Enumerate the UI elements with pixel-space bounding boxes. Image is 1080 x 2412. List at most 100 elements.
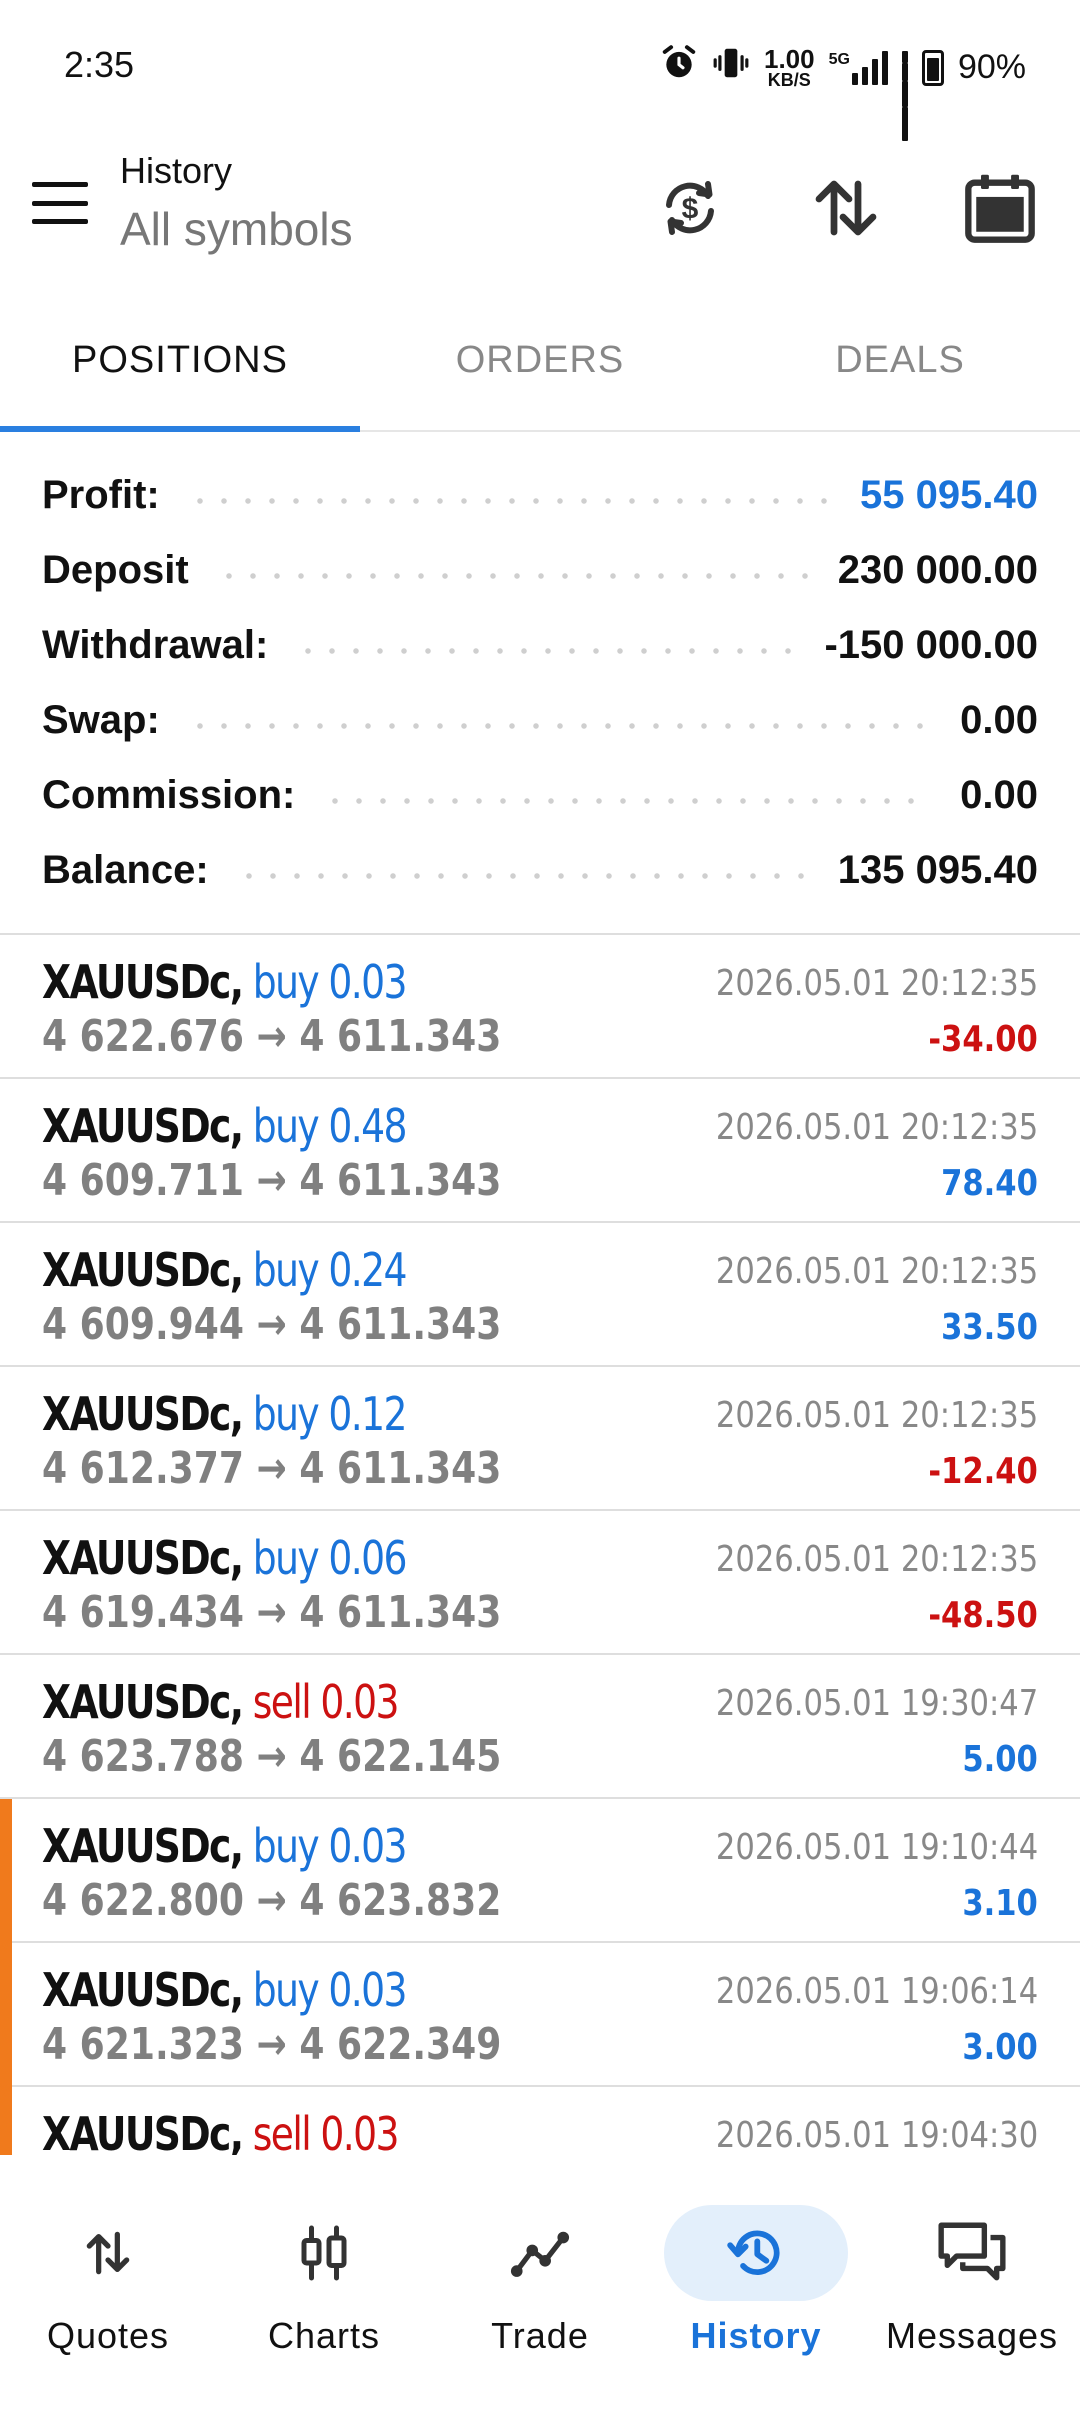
position-time: 2026.05.01 20:12:35 <box>715 963 1038 1004</box>
position-prices: 4 621.323 → 4 622.349 <box>42 2019 502 2070</box>
position-symbol: XAUUSDc, <box>42 955 244 1009</box>
commission-label: Commission: <box>42 773 296 817</box>
profit-value: 55 095.40 <box>860 473 1038 517</box>
summary-row-balance: Balance: 135 095.40 <box>0 833 1080 908</box>
summary-row-swap: Swap: 0.00 <box>0 683 1080 758</box>
position-side: buy 0.03 <box>252 1819 408 1873</box>
positions-list: XAUUSDc, buy 0.03 4 622.676 → 4 611.343 … <box>0 933 1080 2155</box>
position-profit: 3.10 <box>962 1883 1038 1924</box>
position-side: buy 0.03 <box>252 955 408 1009</box>
position-prices: 4 609.711 → 4 611.343 <box>42 1155 502 1206</box>
position-title: XAUUSDc, buy 0.03 <box>42 955 408 1009</box>
position-prices: 4 622.676 → 4 611.343 <box>42 1011 502 1062</box>
nav-messages-label: Messages <box>885 2315 1059 2356</box>
position-symbol: XAUUSDc, <box>42 1531 244 1585</box>
swap-label: Swap: <box>42 698 160 742</box>
position-side: sell 0.03 <box>252 1675 400 1729</box>
withdrawal-label: Withdrawal: <box>42 623 269 667</box>
menu-icon[interactable] <box>32 178 88 228</box>
dot-leader <box>323 797 933 804</box>
position-profit: 5.00 <box>962 1739 1038 1780</box>
signal-5g-icon: 5G <box>828 50 888 85</box>
position-time: 2026.05.01 19:10:44 <box>715 1827 1038 1868</box>
summary-row-deposit: Deposit 230 000.00 <box>0 533 1080 608</box>
deposit-value: 230 000.00 <box>837 548 1038 592</box>
page-title: History <box>120 150 233 191</box>
tab-orders[interactable]: ORDERS <box>360 300 720 430</box>
commission-value: 0.00 <box>960 773 1038 817</box>
position-title: XAUUSDc, sell 0.03 <box>42 1675 400 1729</box>
nav-trade-label: Trade <box>491 2315 589 2356</box>
position-time: 2026.05.01 20:12:35 <box>715 1107 1038 1148</box>
position-symbol: XAUUSDc, <box>42 1387 244 1441</box>
position-title: XAUUSDc, sell 0.03 <box>42 2107 399 2155</box>
currency-exchange-button[interactable]: $ <box>650 168 730 248</box>
sort-icon <box>815 180 877 236</box>
nav-history-label: History <box>690 2315 822 2356</box>
position-prices: 4 622.800 → 4 623.832 <box>42 1875 502 1926</box>
candlestick-icon <box>232 2205 416 2301</box>
calendar-button[interactable] <box>960 168 1040 248</box>
calendar-icon <box>965 174 1035 243</box>
position-row[interactable]: XAUUSDc, sell 0.03 4 623.788 → 4 622.145… <box>0 1655 1080 1799</box>
position-side: buy 0.24 <box>252 1243 408 1297</box>
position-time: 2026.05.01 20:12:35 <box>715 1251 1038 1292</box>
position-symbol: XAUUSDc, <box>42 1675 244 1729</box>
position-prices: 4 612.377 → 4 611.343 <box>42 1443 502 1494</box>
position-row[interactable]: XAUUSDc, buy 0.12 4 612.377 → 4 611.343 … <box>0 1367 1080 1511</box>
sort-button[interactable] <box>806 168 886 248</box>
nav-trade[interactable]: Trade <box>432 2155 648 2412</box>
account-summary: Profit: 55 095.40 Deposit 230 000.00 Wit… <box>0 458 1080 908</box>
position-row[interactable]: XAUUSDc, buy 0.03 4 622.676 → 4 611.343 … <box>0 935 1080 1079</box>
dot-leader <box>216 572 810 579</box>
quotes-arrows-icon <box>16 2205 200 2301</box>
position-symbol: XAUUSDc, <box>42 1819 244 1873</box>
position-row[interactable]: XAUUSDc, buy 0.06 4 619.434 → 4 611.343 … <box>0 1511 1080 1655</box>
position-symbol: XAUUSDc, <box>42 1099 244 1153</box>
net-speed-value: 1.00 <box>763 43 815 74</box>
balance-value: 135 095.40 <box>837 848 1038 892</box>
swap-value: 0.00 <box>960 698 1038 742</box>
nav-charts[interactable]: Charts <box>216 2155 432 2412</box>
symbol-filter[interactable]: All symbols <box>120 202 353 256</box>
nav-quotes[interactable]: Quotes <box>0 2155 216 2412</box>
position-time: 2026.05.01 19:04:30 <box>715 2115 1038 2155</box>
position-side: buy 0.48 <box>252 1099 408 1153</box>
battery-percent: 90% <box>957 48 1026 86</box>
alarm-icon <box>660 44 698 91</box>
position-prices: 4 609.944 → 4 611.343 <box>42 1299 502 1350</box>
position-row[interactable]: XAUUSDc, buy 0.03 4 622.800 → 4 623.832 … <box>0 1799 1080 1943</box>
position-side: buy 0.12 <box>252 1387 408 1441</box>
position-title: XAUUSDc, buy 0.03 <box>42 1819 408 1873</box>
position-side: buy 0.03 <box>252 1963 408 2017</box>
position-title: XAUUSDc, buy 0.06 <box>42 1531 407 1585</box>
summary-row-withdrawal: Withdrawal: -150 000.00 <box>0 608 1080 683</box>
dot-leader <box>236 872 810 879</box>
tab-positions[interactable]: POSITIONS <box>0 300 360 432</box>
position-symbol: XAUUSDc, <box>42 1243 244 1297</box>
summary-row-profit: Profit: 55 095.40 <box>0 458 1080 533</box>
trade-line-icon <box>448 2205 632 2301</box>
vibrate-icon <box>712 44 750 91</box>
nav-quotes-label: Quotes <box>46 2315 170 2356</box>
status-bar: 2:35 1.00 KB/S 5G 90% <box>0 0 1080 141</box>
position-profit: 33.50 <box>941 1307 1038 1348</box>
position-row[interactable]: XAUUSDc, buy 0.03 4 621.323 → 4 622.349 … <box>0 1943 1080 2087</box>
history-clock-icon <box>664 2205 848 2301</box>
tab-deals[interactable]: DEALS <box>720 300 1080 430</box>
position-row[interactable]: XAUUSDc, buy 0.48 4 609.711 → 4 611.343 … <box>0 1079 1080 1223</box>
nav-history[interactable]: History <box>648 2155 864 2412</box>
summary-row-commission: Commission: 0.00 <box>0 758 1080 833</box>
position-row[interactable]: XAUUSDc, sell 0.03 2026.05.01 19:04:30 <box>0 2087 1080 2155</box>
nav-messages[interactable]: Messages <box>864 2155 1080 2412</box>
messages-icon <box>880 2205 1064 2301</box>
dot-leader <box>296 647 797 654</box>
position-time: 2026.05.01 19:06:14 <box>715 1971 1038 2012</box>
position-prices: 4 623.788 → 4 622.145 <box>42 1731 502 1782</box>
position-row[interactable]: XAUUSDc, buy 0.24 4 609.944 → 4 611.343 … <box>0 1223 1080 1367</box>
withdrawal-value: -150 000.00 <box>824 623 1038 667</box>
position-time: 2026.05.01 19:30:47 <box>715 1683 1038 1724</box>
balance-label: Balance: <box>42 848 209 892</box>
position-prices: 4 619.434 → 4 611.343 <box>42 1587 502 1638</box>
network-type-label: 5G <box>828 50 850 68</box>
